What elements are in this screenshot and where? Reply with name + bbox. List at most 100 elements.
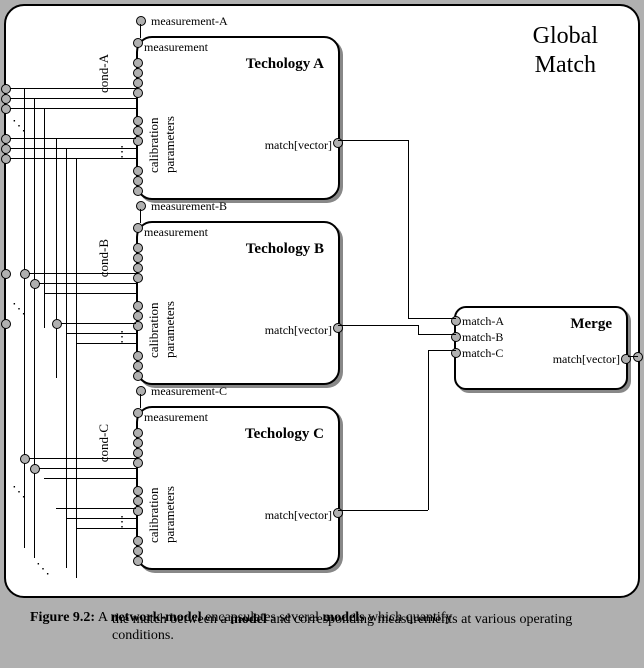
junction bbox=[20, 269, 30, 279]
external-port bbox=[136, 16, 146, 26]
global-title-l1: Global bbox=[533, 23, 598, 49]
tech-box-c: Techology C measurement calibration para… bbox=[136, 406, 340, 570]
wire bbox=[338, 140, 408, 141]
wire bbox=[10, 108, 136, 109]
port bbox=[133, 186, 143, 196]
tech-b-calib-label: calibration parameters bbox=[146, 301, 178, 358]
port bbox=[133, 273, 143, 283]
frame-port bbox=[1, 154, 11, 164]
frame-port bbox=[1, 319, 11, 329]
frame-port bbox=[1, 269, 11, 279]
wire bbox=[428, 350, 456, 351]
wire bbox=[338, 325, 418, 326]
wire bbox=[76, 158, 77, 578]
ext-measurement-a: measurement-A bbox=[151, 14, 228, 29]
external-port bbox=[136, 201, 146, 211]
port bbox=[133, 223, 143, 233]
merge-title: Merge bbox=[570, 316, 612, 333]
junction bbox=[52, 319, 62, 329]
ddots-icon: ⋱ bbox=[36, 561, 50, 578]
merge-out: match[vector] bbox=[553, 352, 620, 367]
caption-text-cont: the match between a model and correspond… bbox=[30, 612, 614, 644]
wire bbox=[408, 318, 456, 319]
tech-b-measurement-label: measurement bbox=[144, 225, 208, 240]
caption-label: Figure 9.2: bbox=[30, 610, 95, 625]
port bbox=[133, 126, 143, 136]
wire bbox=[10, 158, 136, 159]
wire bbox=[10, 148, 136, 149]
global-title: Global Match bbox=[533, 22, 598, 80]
wire bbox=[140, 394, 141, 408]
ddots-icon: ⋱ bbox=[12, 301, 26, 318]
cond-c-label: cond-C bbox=[96, 424, 112, 462]
port bbox=[133, 556, 143, 566]
port bbox=[133, 496, 143, 506]
wire bbox=[66, 148, 67, 568]
frame-port bbox=[1, 94, 11, 104]
port bbox=[133, 408, 143, 418]
wire bbox=[66, 518, 136, 519]
tech-a-calib-label: calibration parameters bbox=[146, 116, 178, 173]
merge-in-c: match-C bbox=[462, 346, 503, 361]
wire bbox=[34, 98, 35, 558]
frame-port bbox=[633, 352, 643, 362]
wire bbox=[408, 140, 409, 318]
tech-c-title: Techology C bbox=[245, 426, 324, 443]
merge-in-a: match-A bbox=[462, 314, 504, 329]
port bbox=[133, 243, 143, 253]
merge-box: Merge match-A match-B match-C match[vect… bbox=[454, 306, 628, 390]
wire bbox=[24, 88, 25, 548]
port bbox=[133, 438, 143, 448]
port bbox=[133, 361, 143, 371]
vdots-icon bbox=[118, 514, 120, 534]
port bbox=[133, 311, 143, 321]
port bbox=[133, 263, 143, 273]
port bbox=[133, 78, 143, 88]
ddots-icon: ⋱ bbox=[12, 118, 26, 135]
wire bbox=[44, 293, 136, 294]
ddots-icon: ⋱ bbox=[12, 484, 26, 501]
wire bbox=[34, 283, 136, 284]
port bbox=[133, 371, 143, 381]
port bbox=[133, 58, 143, 68]
external-port bbox=[136, 386, 146, 396]
port bbox=[133, 536, 143, 546]
port bbox=[133, 68, 143, 78]
wire bbox=[24, 273, 136, 274]
tech-a-measurement-label: measurement bbox=[144, 40, 208, 55]
port bbox=[133, 351, 143, 361]
wire bbox=[76, 343, 136, 344]
wire bbox=[10, 98, 136, 99]
cond-b-label: cond-B bbox=[96, 239, 112, 277]
port bbox=[133, 166, 143, 176]
diagram-frame: Global Match Techology A measurement cal… bbox=[4, 4, 640, 598]
ext-measurement-b: measurement-B bbox=[151, 199, 227, 214]
tech-a-match-label: match[vector] bbox=[265, 138, 332, 153]
tech-c-match-label: match[vector] bbox=[265, 508, 332, 523]
global-title-l2: Match bbox=[535, 52, 596, 78]
port bbox=[133, 486, 143, 496]
junction bbox=[30, 464, 40, 474]
port bbox=[133, 448, 143, 458]
tech-c-calib-label: calibration parameters bbox=[146, 486, 178, 543]
wire bbox=[76, 528, 136, 529]
wire bbox=[338, 510, 428, 511]
tech-b-title: Techology B bbox=[246, 241, 324, 258]
tech-a-title: Techology A bbox=[246, 56, 324, 73]
junction bbox=[30, 279, 40, 289]
wire bbox=[24, 458, 136, 459]
wire bbox=[56, 508, 136, 509]
figure-caption: Figure 9.2: A network-model encapsulates… bbox=[0, 598, 644, 660]
tech-box-a: Techology A measurement calibration para… bbox=[136, 36, 340, 200]
wire bbox=[56, 138, 57, 378]
vdots-icon bbox=[118, 144, 120, 164]
merge-in-b: match-B bbox=[462, 330, 503, 345]
wire bbox=[628, 356, 638, 357]
wire bbox=[428, 350, 429, 510]
port bbox=[133, 428, 143, 438]
tech-c-measurement-label: measurement bbox=[144, 410, 208, 425]
wire bbox=[34, 468, 136, 469]
wire bbox=[418, 325, 419, 334]
wire bbox=[418, 334, 456, 335]
wire bbox=[44, 478, 136, 479]
